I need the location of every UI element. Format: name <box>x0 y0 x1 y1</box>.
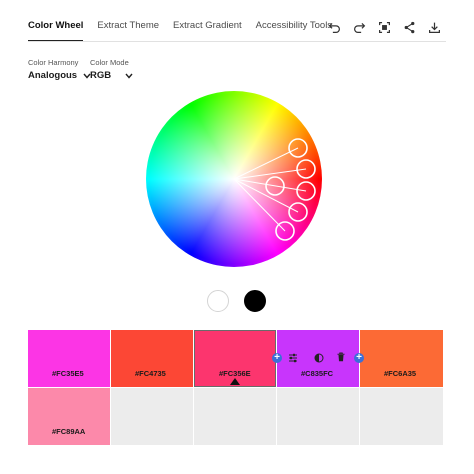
color-harmony-dropdown[interactable]: Color Harmony Analogous <box>28 58 91 81</box>
swatch-1[interactable]: #FC35E5 <box>28 330 110 387</box>
download-button[interactable] <box>422 18 446 36</box>
color-harmony-label: Color Harmony <box>28 58 79 67</box>
swatch-hex-label: #C835FC <box>301 369 334 378</box>
swatch-hex-label: #FC356E <box>219 369 251 378</box>
color-wheel[interactable] <box>146 91 322 267</box>
harmony-markers <box>233 138 316 241</box>
empty-swatch-slot[interactable] <box>111 388 193 445</box>
color-mode-value: RGB <box>90 70 112 81</box>
swatch-2[interactable]: #FC4735 <box>111 330 193 387</box>
undo-icon <box>328 22 340 33</box>
tab-bar: Color Wheel Extract Theme Extract Gradie… <box>28 18 346 42</box>
color-mode-dropdown[interactable]: Color Mode RGB <box>90 58 133 81</box>
color-mode-select: RGB <box>90 70 133 81</box>
contrast-icon[interactable] <box>314 353 324 363</box>
redo-button[interactable] <box>347 18 371 36</box>
color-harmony-select: Analogous <box>28 70 91 81</box>
swatch-6[interactable]: #FC89AA <box>28 388 110 445</box>
undo-button[interactable] <box>322 18 346 36</box>
swatch-hex-label: #FC89AA <box>52 427 86 436</box>
tab-divider <box>28 41 446 42</box>
tab-extract-theme[interactable]: Extract Theme <box>97 18 159 40</box>
fit-screen-icon <box>378 21 390 33</box>
black-option[interactable] <box>244 290 266 312</box>
swatch-hex-label: #FC6A35 <box>384 369 417 378</box>
swatch-hex-label: #FC35E5 <box>52 369 84 378</box>
chevron-down-icon <box>125 73 133 79</box>
white-option[interactable] <box>207 290 229 312</box>
add-swatch-left-button[interactable]: + <box>272 353 282 363</box>
swatch-3-selected[interactable]: #FC356E <box>194 330 276 387</box>
color-mode-label: Color Mode <box>90 58 129 67</box>
toolbar <box>321 18 446 36</box>
empty-swatch-slot[interactable] <box>194 388 276 445</box>
swatch-4[interactable]: #C835FC <box>277 330 359 387</box>
empty-swatch-slot[interactable] <box>360 388 443 445</box>
add-swatch-right-button[interactable]: + <box>354 353 364 363</box>
empty-swatch-slot[interactable] <box>277 388 359 445</box>
fit-screen-button[interactable] <box>372 18 396 36</box>
swatch-hex-label: #FC4735 <box>135 369 166 378</box>
share-button[interactable] <box>397 18 421 36</box>
swatch-grid: #FC35E5 #FC4735 #FC356E #C835FC #FC6A35 … <box>28 330 443 445</box>
swatch-5[interactable]: #FC6A35 <box>360 330 443 387</box>
selected-indicator-icon <box>230 378 240 385</box>
tab-extract-gradient[interactable]: Extract Gradient <box>173 18 242 40</box>
share-icon <box>404 21 414 33</box>
color-harmony-value: Analogous <box>28 70 78 81</box>
adjust-sliders-icon[interactable] <box>288 353 298 363</box>
delete-icon[interactable] <box>336 352 346 362</box>
download-icon <box>428 22 440 33</box>
tab-color-wheel[interactable]: Color Wheel <box>28 18 84 42</box>
redo-icon <box>353 22 365 33</box>
